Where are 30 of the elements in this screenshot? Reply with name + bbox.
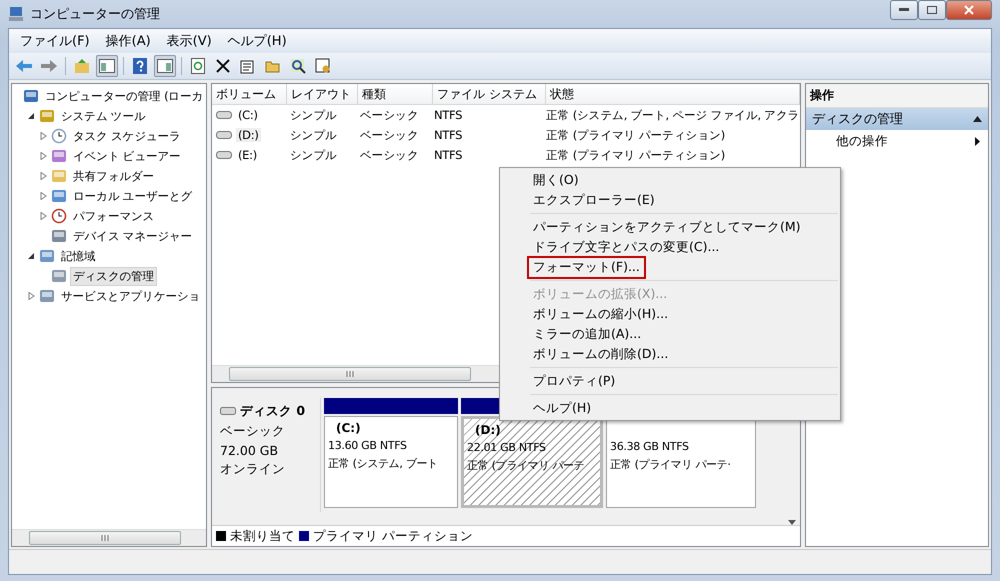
legend-label: プライマリ パーティション <box>313 528 473 544</box>
partition-status: 正常 (プライマリ パーテ <box>467 458 586 473</box>
table-cell: シンプル <box>290 108 337 122</box>
partition-status: 正常 (システム, ブート <box>328 456 439 471</box>
table-cell: ベーシック <box>360 148 419 162</box>
section-label: ディスクの管理 <box>812 111 903 128</box>
disk-status: オンライン <box>220 461 286 478</box>
table-cell: シンプル <box>290 128 337 142</box>
partition-label: (D:) <box>474 423 502 437</box>
disk-size: 72.00 GB <box>220 443 280 458</box>
partition-size: 36.38 GB NTFS <box>610 440 690 453</box>
table-cell: NTFS <box>434 148 462 162</box>
table-cell: 正常 (プライマリ パーティション) <box>546 148 725 162</box>
partition-label: (C:) <box>335 421 362 435</box>
table-cell: NTFS <box>434 108 462 122</box>
partition-status: 正常 (プライマリ パーテ· <box>610 457 732 472</box>
partition-size: 22.01 GB NTFS <box>467 441 547 454</box>
table-cell: 正常 (システム, ブート, ページ ファイル, アクラ <box>546 108 800 122</box>
partition-size: 13.60 GB NTFS <box>328 439 408 452</box>
actions-title: 操作 <box>806 84 988 108</box>
window-title: コンピューターの管理 <box>30 6 161 23</box>
table-cell: シンプル <box>290 148 337 162</box>
table-cell: ベーシック <box>360 108 419 122</box>
action-label: 他の操作 <box>836 132 888 150</box>
table-cell: ベーシック <box>360 128 419 142</box>
legend-label: 未割り当て <box>230 528 295 544</box>
table-cell: 正常 (プライマリ パーティション) <box>546 128 725 142</box>
disk-type: ベーシック <box>220 423 286 440</box>
disk-name: ディスク 0 <box>240 402 306 420</box>
table-cell: NTFS <box>434 128 462 142</box>
